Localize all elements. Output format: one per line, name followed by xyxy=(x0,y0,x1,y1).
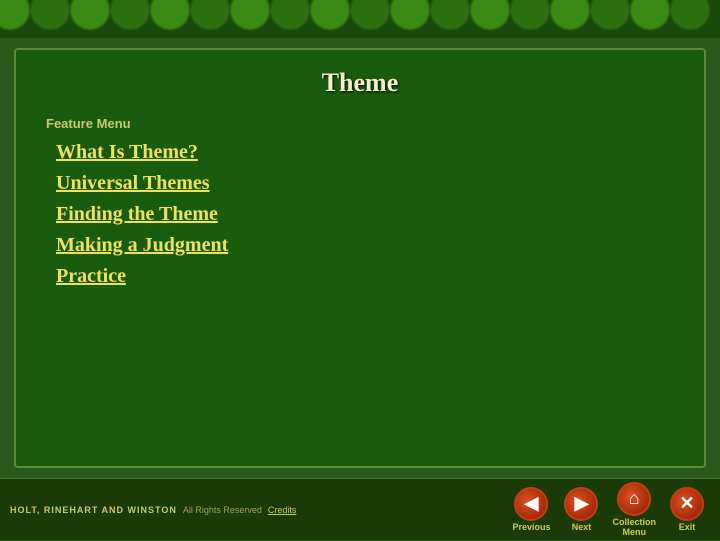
slide-title: Theme xyxy=(46,68,674,98)
next-icon: ▶ xyxy=(564,487,598,521)
publisher-name: HOLT, RINEHART AND WINSTON xyxy=(10,505,177,515)
publisher-info: HOLT, RINEHART AND WINSTON All Rights Re… xyxy=(10,505,506,515)
making-a-judgment-link[interactable]: Making a Judgment xyxy=(56,234,228,256)
list-item: What Is Theme? xyxy=(56,141,674,164)
main-wrapper: Theme Feature Menu What Is Theme? Univer… xyxy=(0,0,720,540)
next-button[interactable]: ▶ Next xyxy=(558,483,604,537)
what-is-theme-link[interactable]: What Is Theme? xyxy=(56,141,198,163)
nav-buttons: ◀ Previous ▶ Next ⌂ CollectionMenu ✕ Exi… xyxy=(506,478,710,541)
list-item: Finding the Theme xyxy=(56,203,674,226)
list-item: Practice xyxy=(56,265,674,288)
feature-menu-label: Feature Menu xyxy=(46,116,674,131)
list-item: Universal Themes xyxy=(56,172,674,195)
collection-menu-label: CollectionMenu xyxy=(612,518,656,538)
exit-button[interactable]: ✕ Exit xyxy=(664,483,710,537)
bottom-left-info: HOLT, RINEHART AND WINSTON All Rights Re… xyxy=(10,505,506,515)
finding-the-theme-link[interactable]: Finding the Theme xyxy=(56,203,218,225)
credits-link[interactable]: Credits xyxy=(268,505,297,515)
practice-link[interactable]: Practice xyxy=(56,265,126,287)
universal-themes-link[interactable]: Universal Themes xyxy=(56,172,210,194)
bottom-bar: HOLT, RINEHART AND WINSTON All Rights Re… xyxy=(0,478,720,540)
copyright-text: All Rights Reserved xyxy=(183,505,262,515)
exit-label: Exit xyxy=(679,523,696,533)
previous-icon: ◀ xyxy=(514,487,548,521)
slide-area: Theme Feature Menu What Is Theme? Univer… xyxy=(0,38,720,478)
home-icon: ⌂ xyxy=(617,482,651,516)
exit-icon: ✕ xyxy=(670,487,704,521)
menu-links: What Is Theme? Universal Themes Finding … xyxy=(46,141,674,296)
list-item: Making a Judgment xyxy=(56,234,674,257)
collection-menu-button[interactable]: ⌂ CollectionMenu xyxy=(606,478,662,541)
previous-button[interactable]: ◀ Previous xyxy=(506,483,556,537)
previous-label: Previous xyxy=(512,523,550,533)
top-leaf-border xyxy=(0,0,720,38)
next-label: Next xyxy=(572,523,592,533)
slide-card: Theme Feature Menu What Is Theme? Univer… xyxy=(14,48,706,468)
